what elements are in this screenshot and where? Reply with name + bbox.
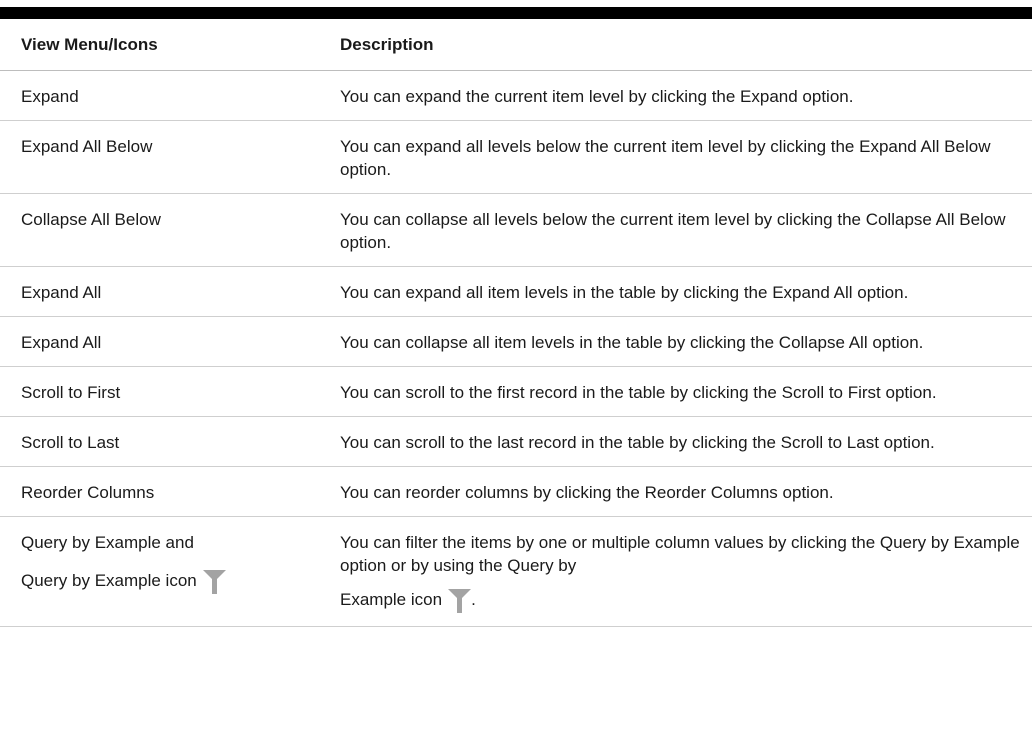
item-description: You can collapse all levels below the cu… xyxy=(317,193,1032,267)
filter-funnel-icon xyxy=(448,589,472,613)
item-name-line2-wrap: Query by Example icon xyxy=(21,568,317,595)
top-rule xyxy=(0,7,1032,19)
item-name: Expand All xyxy=(0,316,317,367)
item-description: You can reorder columns by clicking the … xyxy=(317,466,1032,517)
item-name: Expand All Below xyxy=(0,120,317,194)
header-description: Description xyxy=(317,19,1032,71)
item-name-line2: Query by Example icon xyxy=(21,570,197,590)
item-description: You can scroll to the first record in th… xyxy=(317,366,1032,417)
item-name: Scroll to First xyxy=(0,366,317,417)
item-description: You can collapse all item levels in the … xyxy=(317,316,1032,367)
item-name-line1: Query by Example and xyxy=(21,533,194,552)
filter-funnel-icon xyxy=(202,570,226,594)
item-name-query-by-example: Query by Example and Query by Example ic… xyxy=(0,516,317,627)
item-name: Expand xyxy=(0,70,317,121)
header-view-menu-icons: View Menu/Icons xyxy=(0,19,317,71)
table-row: Expand All You can expand all item level… xyxy=(0,266,1032,317)
item-description-query-by-example: You can filter the items by one or multi… xyxy=(317,516,1032,627)
item-name: Scroll to Last xyxy=(0,416,317,467)
table-row: Expand You can expand the current item l… xyxy=(0,70,1032,121)
table-row: Expand All Below You can expand all leve… xyxy=(0,120,1032,194)
description-tail-wrap: Example icon. xyxy=(340,587,1026,614)
item-description: You can expand all levels below the curr… xyxy=(317,120,1032,194)
table-row: Scroll to Last You can scroll to the las… xyxy=(0,416,1032,467)
item-description: You can scroll to the last record in the… xyxy=(317,416,1032,467)
item-name: Collapse All Below xyxy=(0,193,317,267)
table-row-query-by-example: Query by Example and Query by Example ic… xyxy=(0,516,1032,627)
description-tail: Example icon xyxy=(340,589,443,609)
description-main: You can filter the items by one or multi… xyxy=(340,533,1020,575)
item-name: Reorder Columns xyxy=(0,466,317,517)
table-header-row: View Menu/Icons Description xyxy=(0,19,1032,71)
item-description: You can expand all item levels in the ta… xyxy=(317,266,1032,317)
table-row: Scroll to First You can scroll to the fi… xyxy=(0,366,1032,417)
view-menu-table: View Menu/Icons Description Expand You c… xyxy=(0,19,1032,627)
table-row: Expand All You can collapse all item lev… xyxy=(0,316,1032,367)
description-end: . xyxy=(471,589,476,609)
item-description: You can expand the current item level by… xyxy=(317,70,1032,121)
table-row: Reorder Columns You can reorder columns … xyxy=(0,466,1032,517)
table-row: Collapse All Below You can collapse all … xyxy=(0,193,1032,267)
item-name: Expand All xyxy=(0,266,317,317)
